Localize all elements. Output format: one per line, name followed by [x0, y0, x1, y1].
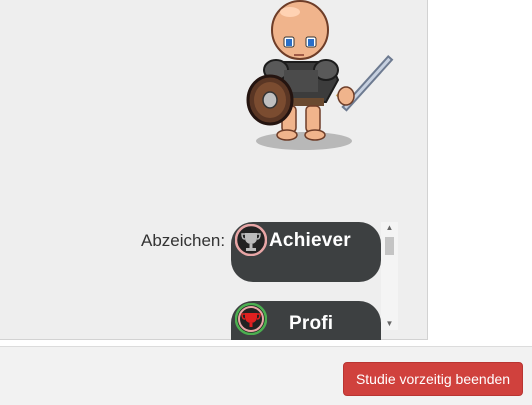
badge-list[interactable]: Achiever Profi: [228, 222, 398, 340]
badge-achiever: Achiever: [231, 222, 381, 282]
knight-avatar-icon: [246, 0, 394, 150]
end-study-button[interactable]: Studie vorzeitig beenden: [343, 362, 523, 396]
study-page: Abzeichen: Achiever Profi ▲ ▼ Studie vor…: [0, 0, 532, 405]
badge-profi: Profi: [231, 301, 381, 340]
scroll-thumb[interactable]: [385, 237, 394, 255]
badge-list-scrollbar[interactable]: ▲ ▼: [381, 222, 398, 330]
badges-label: Abzeichen:: [141, 231, 226, 250]
scroll-up-arrow-icon[interactable]: ▲: [381, 222, 398, 234]
trophy-icon: [235, 303, 267, 335]
badge-label: Achiever: [269, 230, 351, 251]
trophy-icon: [235, 224, 267, 256]
scroll-down-arrow-icon[interactable]: ▼: [381, 318, 398, 330]
footer-bar: Studie vorzeitig beenden: [0, 346, 532, 405]
badge-label: Profi: [289, 313, 334, 334]
